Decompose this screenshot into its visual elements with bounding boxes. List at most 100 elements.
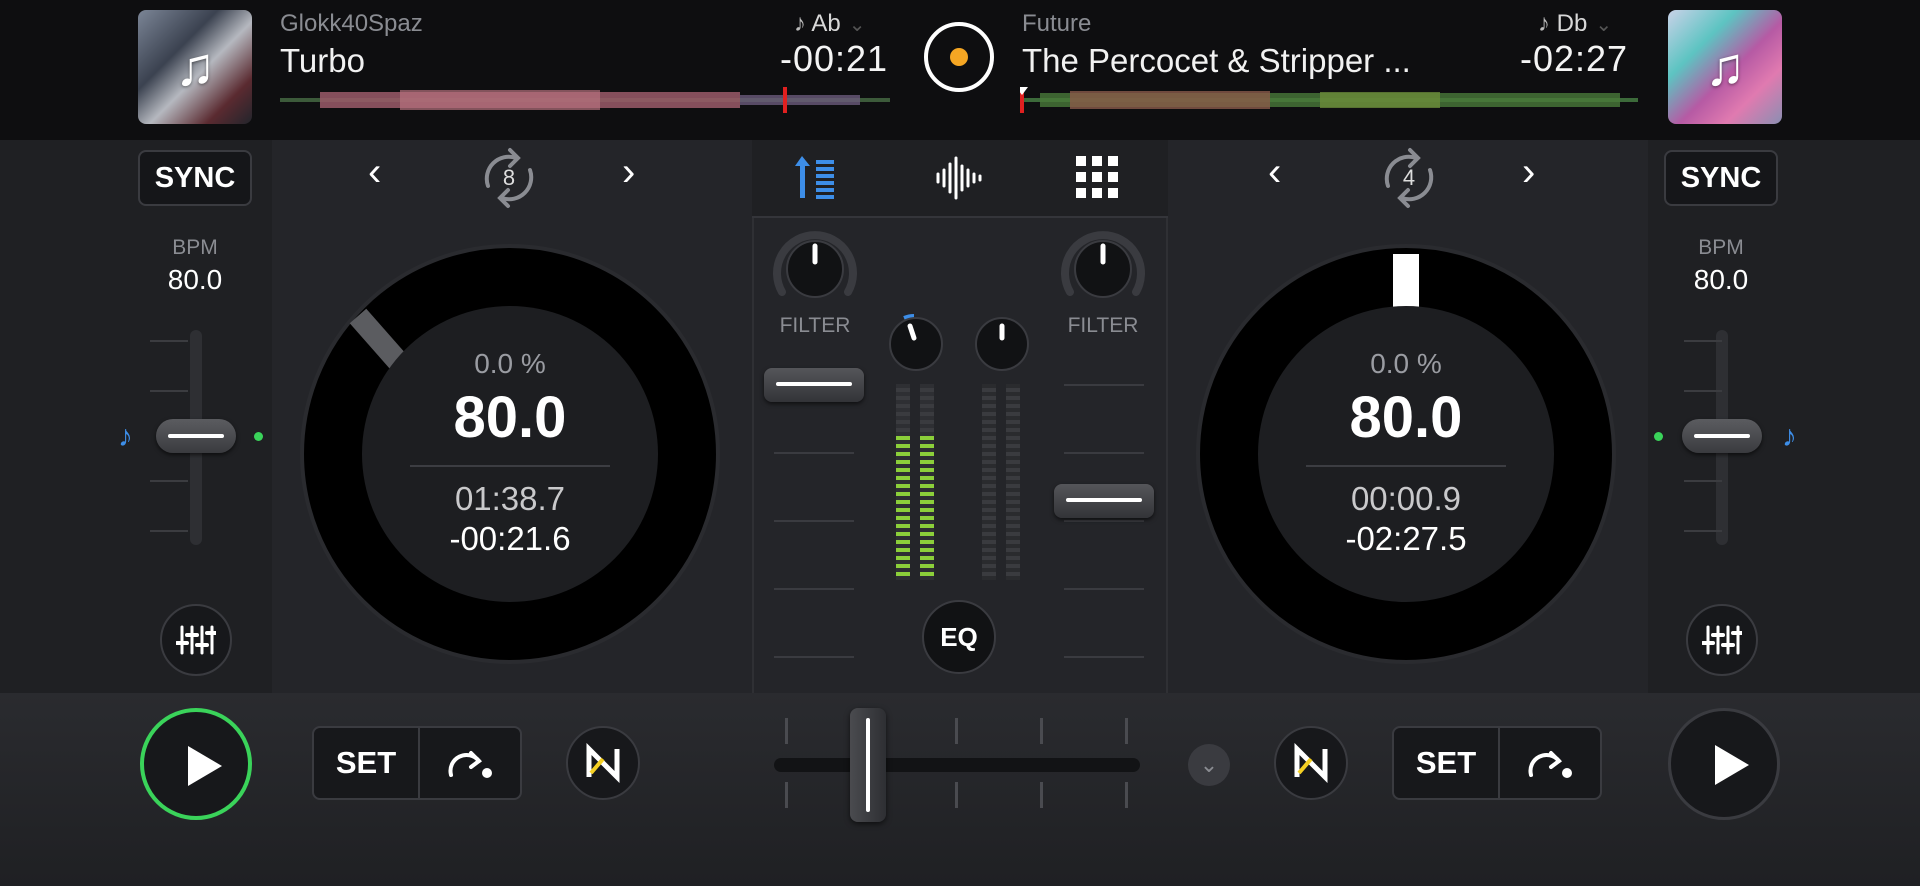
right-cue-group: SET <box>1392 726 1602 800</box>
right-pitch-percent: 0.0 % <box>1370 348 1442 379</box>
left-level-meter <box>896 384 934 580</box>
left-sync-button[interactable]: SYNC <box>138 150 252 206</box>
right-time-left: -02:27.5 <box>1345 520 1467 557</box>
right-tempo: 80.0 <box>1349 385 1463 450</box>
left-loop-button[interactable]: 8 <box>474 146 544 210</box>
left-artist: Glokk40Spaz <box>280 10 423 37</box>
right-album-art[interactable]: ♫ <box>1668 10 1782 124</box>
eq-button[interactable]: EQ <box>922 600 996 674</box>
right-pitch-slider-handle[interactable] <box>1682 419 1762 453</box>
left-platter-divider <box>410 465 610 467</box>
right-bpm-value: 80.0 <box>1693 264 1749 295</box>
right-waveform[interactable] <box>1020 87 1638 113</box>
jump-arrow-icon <box>1528 751 1572 778</box>
left-loop-size: 8 <box>503 165 515 190</box>
left-elapsed-time: 01:38.7 <box>454 480 566 517</box>
music-note-icon: ♪ <box>1538 10 1557 37</box>
crossfader-tick <box>955 782 958 808</box>
right-sync-button[interactable]: SYNC <box>1664 150 1778 206</box>
pitch-tick <box>150 530 188 532</box>
chevron-left-icon: ‹ <box>368 150 382 194</box>
left-waveform[interactable] <box>280 87 890 113</box>
left-loop-prev-button[interactable]: ‹ <box>368 150 381 195</box>
left-key[interactable]: ♪ Ab ⌄ <box>794 10 865 38</box>
music-note-icon[interactable]: ♪ <box>118 420 133 454</box>
right-filter-label: FILTER <box>1067 314 1139 337</box>
left-pitch-slider-handle[interactable] <box>156 419 236 453</box>
right-level-meter <box>982 384 1020 580</box>
crossfader-tick <box>955 718 958 744</box>
chevron-left-icon: ‹ <box>1268 150 1282 194</box>
right-n-button[interactable] <box>1274 726 1348 800</box>
n-logo-icon <box>586 743 620 783</box>
crossfader-tick <box>1125 718 1128 744</box>
music-note-icon: ♫ <box>1704 37 1746 97</box>
right-platter-divider <box>1306 465 1506 467</box>
left-jump-to-cue-button[interactable] <box>420 728 520 798</box>
right-volume-fader-handle[interactable] <box>1054 484 1154 518</box>
grid-icon <box>1076 156 1118 198</box>
pitch-tick <box>1684 390 1722 392</box>
chevron-down-icon: ⌄ <box>848 14 866 36</box>
center-record-button[interactable] <box>924 22 994 92</box>
chevron-right-icon: › <box>622 150 636 194</box>
right-elapsed-time: 00:00.9 <box>1350 480 1462 517</box>
tab-pads[interactable] <box>1076 156 1118 198</box>
pitch-tick <box>150 340 188 342</box>
left-volume-fader-handle[interactable] <box>764 368 864 402</box>
music-note-icon[interactable]: ♪ <box>1782 420 1797 454</box>
left-volume-fader[interactable] <box>764 370 864 660</box>
right-play-button[interactable] <box>1668 708 1780 820</box>
crossfader-options-button[interactable]: ⌄ <box>1188 744 1230 786</box>
pitch-tick <box>150 390 188 392</box>
chevron-down-icon: ⌄ <box>1595 14 1613 36</box>
right-eq-settings-button[interactable] <box>1686 604 1758 676</box>
crossfader-tick <box>1040 718 1043 744</box>
crossfader-handle[interactable] <box>850 708 886 822</box>
left-track-title: Turbo <box>280 42 365 79</box>
left-play-button[interactable] <box>140 708 252 820</box>
right-filter-knob[interactable] <box>1058 224 1148 314</box>
left-pitch-percent: 0.0 % <box>474 348 546 379</box>
left-filter-knob[interactable] <box>770 224 860 314</box>
right-loop-button[interactable]: 4 <box>1374 146 1444 210</box>
sliders-icon <box>176 625 216 655</box>
left-tempo: 80.0 <box>453 385 567 450</box>
music-note-icon: ♪ <box>794 10 812 37</box>
right-artist: Future <box>1022 10 1092 37</box>
pitch-tick <box>1684 530 1722 532</box>
pitch-center-indicator <box>254 432 263 441</box>
right-set-cue-button[interactable]: SET <box>1394 728 1500 798</box>
left-n-button[interactable] <box>566 726 640 800</box>
left-time-left: -00:21.6 <box>449 520 571 557</box>
tab-waveform[interactable] <box>934 156 984 200</box>
pitch-tick <box>1684 480 1722 482</box>
crossfader-tick <box>1040 782 1043 808</box>
right-bpm-label: BPM <box>1698 236 1744 259</box>
orange-dot-icon <box>950 48 968 66</box>
left-bpm-value: 80.0 <box>167 264 223 295</box>
play-icon <box>188 746 222 786</box>
right-loop-size: 4 <box>1403 165 1415 190</box>
right-remaining-time: -02:27 <box>1520 38 1629 79</box>
mixer-levels-icon <box>795 156 834 199</box>
left-album-art[interactable]: ♫ <box>138 10 252 124</box>
right-gain-knob[interactable] <box>970 310 1034 374</box>
left-set-cue-button[interactable]: SET <box>314 728 420 798</box>
chevron-down-icon: ⌄ <box>1199 752 1219 777</box>
left-loop-next-button[interactable]: › <box>622 150 635 195</box>
left-gain-knob[interactable] <box>884 310 948 374</box>
crossfader-track[interactable] <box>774 758 1140 772</box>
n-logo-icon <box>1294 743 1328 783</box>
right-loop-prev-button[interactable]: ‹ <box>1268 150 1281 195</box>
left-remaining-time: -00:21 <box>780 38 889 79</box>
right-track-title: The Percocet & Stripper ... <box>1022 42 1411 79</box>
left-eq-settings-button[interactable] <box>160 604 232 676</box>
tab-mixer[interactable] <box>792 152 842 202</box>
waveform-icon <box>936 156 982 200</box>
crossfader-tick <box>1125 782 1128 808</box>
right-loop-next-button[interactable]: › <box>1522 150 1535 195</box>
right-key[interactable]: ♪ Db ⌄ <box>1538 10 1612 38</box>
right-jump-to-cue-button[interactable] <box>1500 728 1600 798</box>
left-cue-group: SET <box>312 726 522 800</box>
